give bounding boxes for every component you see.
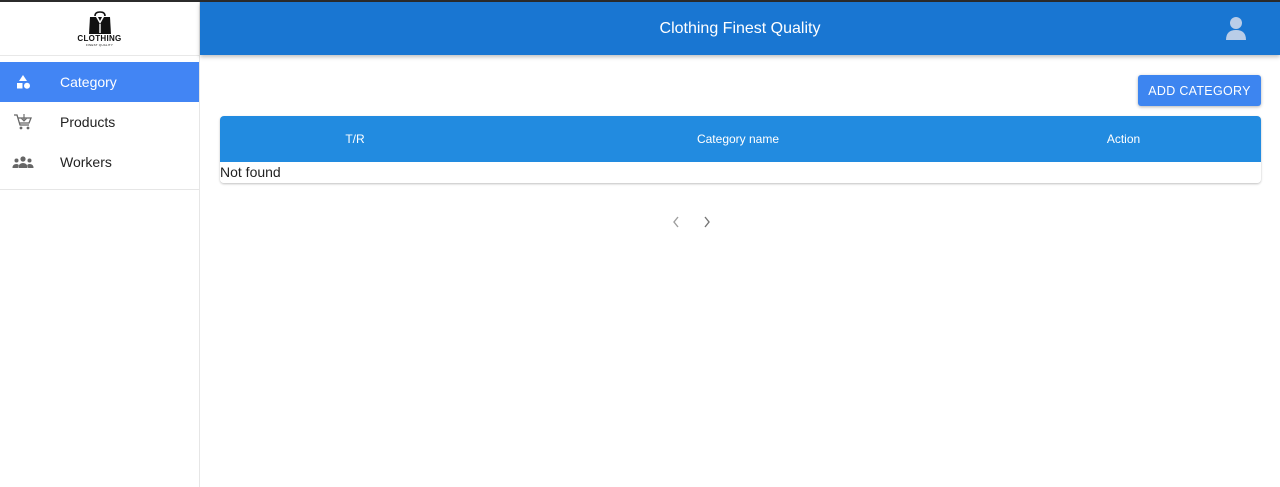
logo-subtext: FINEST QUALITY xyxy=(85,42,114,47)
chevron-left-icon[interactable] xyxy=(670,215,681,229)
sidebar-item-label: Workers xyxy=(60,154,112,170)
column-header-action[interactable]: Action xyxy=(986,132,1261,146)
column-header-category-name[interactable]: Category name xyxy=(490,132,986,146)
app-header: Clothing Finest Quality xyxy=(200,2,1280,55)
page-title: Clothing Finest Quality xyxy=(659,19,821,37)
add-category-button[interactable]: ADD CATEGORY xyxy=(1138,75,1261,106)
sidebar-item-category[interactable]: Category xyxy=(0,62,199,102)
sidebar-item-products[interactable]: Products xyxy=(0,102,199,142)
table-header: T/R Category name Action xyxy=(220,116,1261,162)
group-icon xyxy=(0,155,60,169)
sidebar-nav: Category Products Workers xyxy=(0,56,199,190)
cart-icon xyxy=(0,113,60,131)
logo-text: CLOTHING xyxy=(77,33,122,43)
shapes-icon xyxy=(0,74,60,90)
sidebar: CLOTHING FINEST QUALITY Category Product… xyxy=(0,2,200,487)
sidebar-item-label: Products xyxy=(60,114,116,130)
category-table: T/R Category name Action Not found xyxy=(220,116,1261,183)
column-header-tr[interactable]: T/R xyxy=(220,132,490,146)
user-icon xyxy=(1226,17,1246,40)
sidebar-item-workers[interactable]: Workers xyxy=(0,142,199,182)
shopping-bag-logo-icon xyxy=(88,10,111,34)
avatar[interactable] xyxy=(1225,16,1247,40)
empty-state-text: Not found xyxy=(220,162,1261,183)
chevron-right-icon[interactable] xyxy=(701,215,712,229)
pagination xyxy=(670,215,712,229)
sidebar-item-label: Category xyxy=(60,74,117,90)
logo[interactable]: CLOTHING FINEST QUALITY xyxy=(0,2,199,56)
